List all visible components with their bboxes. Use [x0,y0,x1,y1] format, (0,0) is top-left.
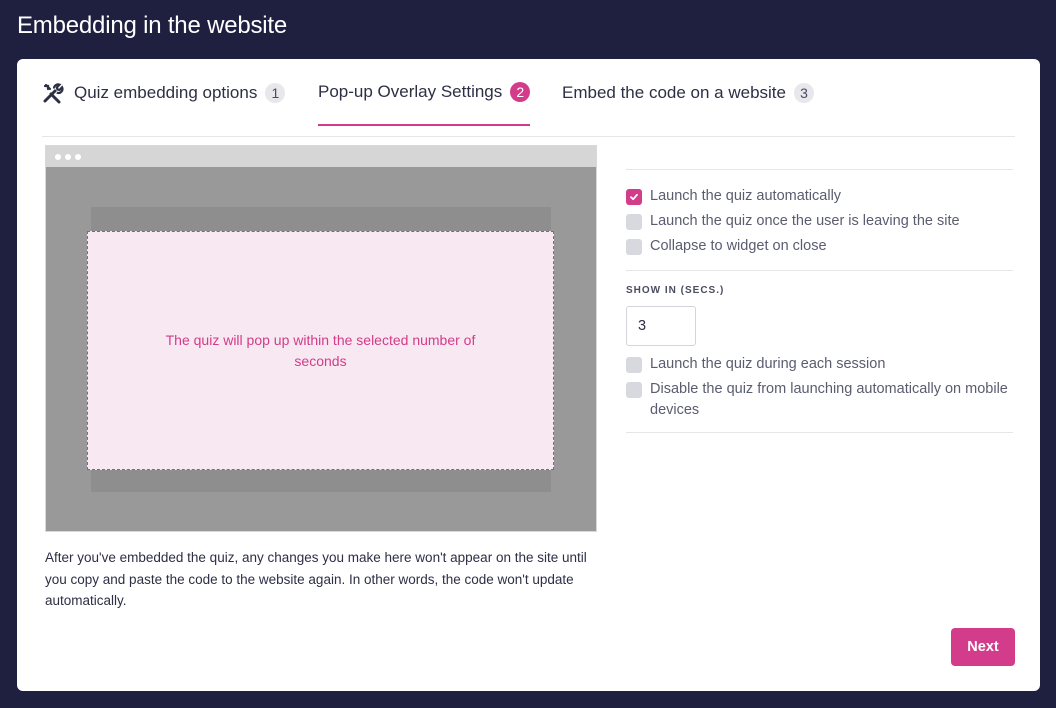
tab-popup-overlay-settings[interactable]: Pop-up Overlay Settings 2 [318,59,531,126]
collapse-to-widget-option[interactable]: Collapse to widget on close [626,236,1013,257]
window-dot-icon [65,154,71,160]
show-in-seconds-input[interactable]: 3 [626,306,696,346]
next-button[interactable]: Next [951,628,1015,666]
option-label: Launch the quiz automatically [650,188,842,204]
checkmark-icon [630,193,638,201]
page-title: Embedding in the website [17,12,288,39]
tab-number-badge: 3 [793,82,814,103]
popup-overlay-preview: The quiz will pop up within the selected… [87,231,554,470]
tab-label: Embed the code on a website [562,82,786,102]
tab-bar: Quiz embedding options 1 Pop-up Overlay … [42,59,1015,137]
option-label: Launch the quiz once the user is leaving… [650,213,960,229]
disable-on-mobile-checkbox[interactable] [626,382,642,398]
launch-on-exit-checkbox[interactable] [626,214,642,230]
overlay-settings: Launch the quiz automatically Launch the… [626,169,1013,433]
tab-number-badge: 2 [510,81,531,102]
tab-label: Pop-up Overlay Settings [318,81,503,101]
window-dot-icon [55,154,61,160]
launch-automatically-checkbox[interactable] [626,189,642,205]
option-label: Launch the quiz during each session [650,356,886,372]
collapse-to-widget-checkbox[interactable] [626,239,642,255]
launch-each-session-checkbox[interactable] [626,357,642,373]
embed-note: After you've embedded the quiz, any chan… [45,550,587,608]
tools-icon [42,82,64,104]
embedding-card: Quiz embedding options 1 Pop-up Overlay … [17,59,1040,691]
option-label: Collapse to widget on close [650,238,827,254]
popup-preview: The quiz will pop up within the selected… [45,145,597,532]
divider [626,432,1013,433]
launch-each-session-option[interactable]: Launch the quiz during each session [626,354,1013,375]
window-dot-icon [75,154,81,160]
launch-on-exit-option[interactable]: Launch the quiz once the user is leaving… [626,211,1013,232]
launch-automatically-option[interactable]: Launch the quiz automatically [626,186,1013,207]
tab-quiz-embedding-options[interactable]: Quiz embedding options 1 [42,59,286,126]
browser-bar [46,146,596,167]
option-label: Disable the quiz from launching automati… [650,381,1008,418]
disable-on-mobile-option[interactable]: Disable the quiz from launching automati… [626,379,1013,421]
show-in-label: SHOW IN (SECS.) [626,285,725,296]
popup-preview-text: The quiz will pop up within the selected… [165,331,476,369]
tab-label: Quiz embedding options [74,82,258,102]
tab-number-badge: 1 [265,82,286,103]
tab-embed-code[interactable]: Embed the code on a website 3 [562,59,814,126]
